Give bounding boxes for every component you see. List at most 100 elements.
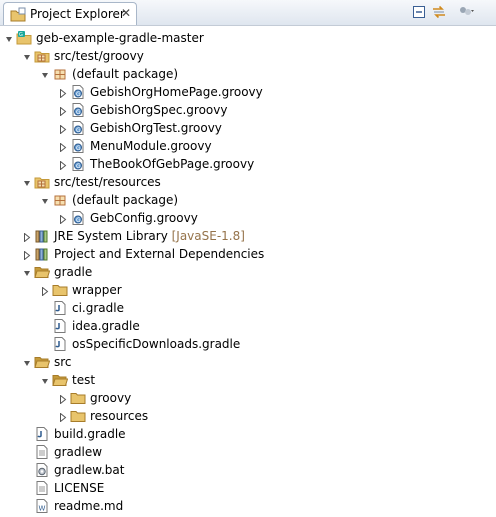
tree-item-label: gradlew.bat: [54, 463, 125, 477]
gradle-file-icon: [34, 426, 50, 442]
tree-twisty[interactable]: [59, 213, 67, 225]
tab-title: Project Explorer: [30, 7, 125, 21]
project-explorer-icon: [10, 7, 26, 26]
tree-item[interactable]: gradlew: [0, 443, 496, 461]
twisty-collapsed-icon: [24, 250, 31, 261]
tree-twisty[interactable]: [41, 69, 49, 78]
tree-item[interactable]: build.gradle: [0, 425, 496, 443]
tree-item-label: GebishOrgSpec.groovy: [90, 103, 228, 117]
tree-twisty[interactable]: [59, 393, 67, 405]
tree-twisty[interactable]: [41, 375, 49, 384]
tree-twisty[interactable]: [59, 411, 67, 423]
tree-item[interactable]: gradlew.bat: [0, 461, 496, 479]
view-menu-button[interactable]: [458, 4, 474, 20]
folder-open-icon: [34, 264, 51, 280]
tree-item[interactable]: (default package): [0, 65, 496, 83]
groovy-file-icon: G: [70, 120, 86, 136]
twisty-collapsed-icon: [60, 412, 67, 423]
groovy-file-icon: G: [70, 156, 86, 172]
tree-item-label: test: [72, 373, 96, 387]
source-folder-icon: [34, 48, 50, 64]
twisty-collapsed-icon: [60, 88, 67, 99]
package-icon: [52, 66, 68, 82]
tree-twisty[interactable]: [23, 249, 31, 261]
tree-twisty[interactable]: [23, 51, 31, 60]
tree-twisty[interactable]: [23, 231, 31, 243]
tree-twisty[interactable]: [41, 195, 49, 204]
tree-twisty[interactable]: [5, 33, 13, 42]
tree-item[interactable]: G GebishOrgTest.groovy: [0, 119, 496, 137]
tree-item[interactable]: JRE System Library [JavaSE-1.8]: [0, 227, 496, 245]
project-tree[interactable]: Ggeb-example-gradle-master src/test/groov…: [0, 26, 496, 514]
tree-item[interactable]: idea.gradle: [0, 317, 496, 335]
tree-item-label: (default package): [72, 67, 179, 81]
twisty-collapsed-icon: [60, 106, 67, 117]
gradle-file-icon: [52, 300, 68, 316]
tree-item-decoration: [JavaSE-1.8]: [167, 229, 245, 243]
tree-twisty[interactable]: [23, 267, 31, 276]
twisty-expanded-icon: [24, 55, 30, 60]
batch-file-icon: [34, 462, 50, 478]
groovy-file-icon: G: [70, 138, 86, 154]
tree-item[interactable]: G MenuModule.groovy: [0, 137, 496, 155]
tree-item-label: MenuModule.groovy: [90, 139, 212, 153]
tree-item-label: GebishOrgTest.groovy: [90, 121, 222, 135]
tree-item[interactable]: (default package): [0, 191, 496, 209]
tab-project-explorer[interactable]: Project Explorer ✕: [3, 2, 137, 25]
tree-item-label: osSpecificDownloads.gradle: [72, 337, 241, 351]
package-icon: [52, 192, 68, 208]
tree-item[interactable]: G TheBookOfGebPage.groovy: [0, 155, 496, 173]
tree-item[interactable]: src: [0, 353, 496, 371]
twisty-collapsed-icon: [60, 124, 67, 135]
tree-item[interactable]: Ggeb-example-gradle-master: [0, 29, 496, 47]
twisty-collapsed-icon: [42, 286, 49, 297]
text-file-icon: [34, 444, 50, 460]
tree-item-label: GebishOrgHomePage.groovy: [90, 85, 263, 99]
tree-item-label: resources: [90, 409, 149, 423]
tree-item-label: gradle: [54, 265, 93, 279]
tree-item[interactable]: Project and External Dependencies: [0, 245, 496, 263]
tree-item[interactable]: test: [0, 371, 496, 389]
gradle-file-icon: [52, 336, 68, 352]
svg-text:W: W: [39, 505, 46, 513]
twisty-expanded-icon: [24, 181, 30, 186]
tree-twisty[interactable]: [59, 159, 67, 171]
folder-open-icon: [34, 354, 51, 370]
svg-text:G: G: [76, 91, 81, 98]
tree-item[interactable]: src/test/groovy: [0, 47, 496, 65]
tree-twisty[interactable]: [23, 357, 31, 366]
tree-twisty[interactable]: [59, 123, 67, 135]
tree-item-label: geb-example-gradle-master: [36, 31, 204, 45]
tree-twisty[interactable]: [41, 285, 49, 297]
view-header: Project Explorer ✕: [0, 0, 496, 26]
tree-item[interactable]: gradle: [0, 263, 496, 281]
link-with-editor-button[interactable]: [431, 4, 447, 20]
tree-item[interactable]: resources: [0, 407, 496, 425]
tree-item[interactable]: groovy: [0, 389, 496, 407]
twisty-collapsed-icon: [60, 214, 67, 225]
tree-item[interactable]: G GebConfig.groovy: [0, 209, 496, 227]
tree-item[interactable]: osSpecificDownloads.gradle: [0, 335, 496, 353]
tree-item[interactable]: LICENSE: [0, 479, 496, 497]
tree-item[interactable]: G GebishOrgHomePage.groovy: [0, 83, 496, 101]
tree-item[interactable]: Wreadme.md: [0, 497, 496, 515]
tree-item[interactable]: ci.gradle: [0, 299, 496, 317]
folder-icon: [70, 390, 86, 406]
tree-item-label: idea.gradle: [72, 319, 140, 333]
library-icon: [34, 228, 50, 244]
tree-item[interactable]: src/test/resources: [0, 173, 496, 191]
tree-item-label: groovy: [90, 391, 132, 405]
tree-twisty[interactable]: [59, 105, 67, 117]
tree-twisty[interactable]: [59, 141, 67, 153]
twisty-collapsed-icon: [24, 232, 31, 243]
tree-twisty[interactable]: [23, 177, 31, 186]
folder-open-icon: [52, 372, 69, 388]
tree-item[interactable]: wrapper: [0, 281, 496, 299]
groovy-file-icon: G: [70, 84, 86, 100]
tree-item-label: src/test/groovy: [54, 49, 144, 63]
tree-twisty[interactable]: [59, 87, 67, 99]
close-icon[interactable]: ✕: [121, 6, 131, 20]
collapse-all-button[interactable]: [411, 4, 427, 20]
twisty-expanded-icon: [42, 199, 48, 204]
tree-item[interactable]: G GebishOrgSpec.groovy: [0, 101, 496, 119]
